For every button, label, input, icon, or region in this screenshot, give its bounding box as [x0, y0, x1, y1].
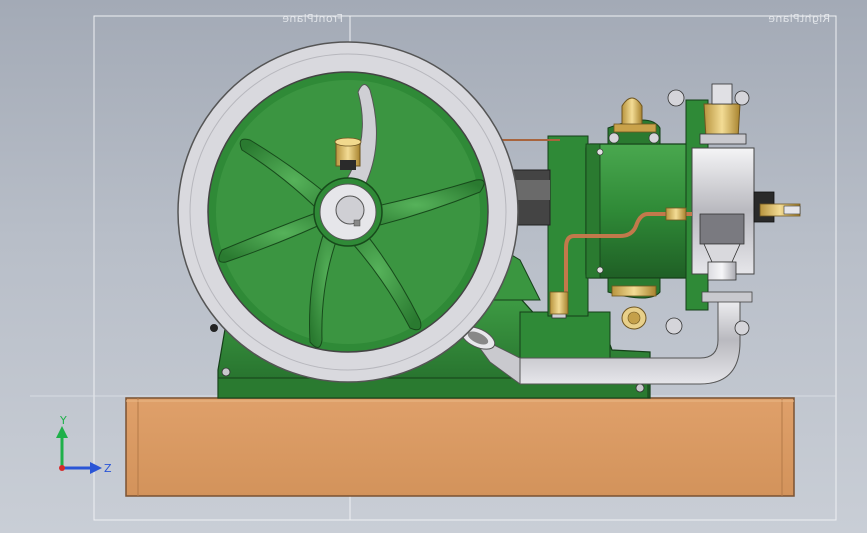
brass-bottom-fitting[interactable] — [611, 285, 657, 330]
z-axis-label: Z — [104, 462, 112, 475]
wooden-base[interactable] — [125, 397, 795, 497]
right-plane-label: RightPlane — [768, 12, 831, 25]
graphics-viewport[interactable]: FrontPlane RightPlane Y Z — [0, 0, 867, 533]
front-plane-label: FrontPlane — [282, 12, 343, 25]
engine-model-scene[interactable] — [0, 0, 867, 533]
y-axis-arrow-icon — [56, 426, 68, 438]
left-bolt — [210, 324, 218, 332]
oiler-cup[interactable] — [334, 137, 362, 170]
brass-top-fitting[interactable] — [613, 97, 657, 133]
x-axis-dot-icon — [59, 465, 65, 471]
y-axis-label: Y — [59, 414, 67, 427]
flywheel[interactable] — [177, 41, 519, 383]
side-fitting[interactable] — [753, 191, 801, 223]
z-axis-arrow-icon — [90, 462, 102, 474]
valve-assembly[interactable] — [667, 83, 750, 145]
axis-triad[interactable]: Y Z — [50, 410, 120, 480]
